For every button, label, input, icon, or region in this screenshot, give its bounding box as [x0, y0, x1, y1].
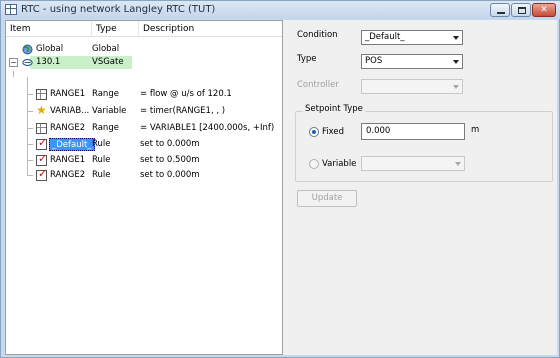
minimize-button[interactable]	[490, 3, 510, 17]
fixed-value-input[interactable]: 0.000	[361, 123, 465, 140]
table-icon	[5, 4, 17, 15]
variable-radio[interactable]	[309, 159, 319, 169]
tree-item-description: set to 0.000m	[140, 139, 200, 149]
range-icon	[36, 89, 47, 100]
tree-row-range[interactable]: RANGE2 Range = VARIABLE1 [2400.000s, +In…	[6, 122, 282, 135]
tree-item-name: Global	[36, 44, 64, 54]
minimize-icon	[497, 12, 505, 14]
condition-select[interactable]: _Default_	[361, 30, 463, 45]
properties-panel: Condition _Default_ Type POS Controller …	[287, 20, 557, 355]
type-select-value: POS	[365, 56, 383, 66]
fixed-radio[interactable]	[309, 127, 319, 137]
tree-row-rule[interactable]: ✓ RANGE2 Rule set to 0.000m	[6, 167, 282, 182]
close-button[interactable]: ✕	[532, 3, 556, 17]
tree-item-name: RANGE1	[50, 155, 86, 165]
client-area: Item Type Description Global Global − 13…	[5, 20, 557, 355]
tree-item-type: Global	[92, 44, 120, 54]
tree-connector	[13, 71, 14, 77]
tree-item-type: Range	[92, 123, 119, 133]
rule-check-icon: ✓	[36, 136, 48, 150]
setpoint-type-group	[295, 111, 553, 182]
variable-select[interactable]	[361, 156, 465, 171]
tree-row-rule-selected[interactable]: ✓ _Default_ Rule set to 0.000m	[6, 136, 282, 151]
tree-item-type: Rule	[92, 170, 111, 180]
star-icon: ★	[36, 103, 47, 117]
type-select[interactable]: POS	[361, 54, 463, 69]
variable-label: Variable	[322, 159, 357, 169]
collapse-icon[interactable]: −	[9, 58, 18, 67]
tree-item-type: VSGate	[92, 57, 124, 67]
column-header-item[interactable]: Item	[6, 21, 92, 37]
chevron-down-icon	[453, 36, 459, 40]
tree-item-description: set to 0.500m	[140, 155, 200, 165]
condition-label: Condition	[297, 30, 338, 40]
tree-item-description: = flow @ u/s of 120.1	[140, 89, 232, 99]
range-icon	[36, 123, 47, 134]
column-header-type[interactable]: Type	[92, 21, 139, 37]
chevron-down-icon	[455, 162, 461, 166]
tree-item-type: Range	[92, 89, 119, 99]
chevron-down-icon	[453, 60, 459, 64]
tree-item-description: = timer(RANGE1, , )	[140, 106, 226, 116]
fixed-label: Fixed	[322, 127, 345, 137]
controller-label: Controller	[297, 80, 339, 90]
rule-check-icon: ✓	[36, 152, 48, 166]
gate-icon	[22, 59, 33, 66]
window-title: RTC - using network Langley RTC (TUT)	[21, 4, 216, 15]
tree-item-name: RANGE1	[50, 89, 86, 99]
column-header-description[interactable]: Description	[139, 21, 282, 37]
type-label: Type	[297, 54, 317, 64]
controller-select[interactable]	[361, 79, 463, 94]
tree-item-name: RANGE2	[50, 123, 86, 133]
fixed-unit: m	[471, 125, 480, 135]
rule-check-icon: ✓	[36, 167, 48, 181]
tree-item-description: = VARIABLE1 [2400.000s, +Inf)	[140, 123, 275, 133]
condition-select-value: _Default_	[365, 32, 405, 42]
tree-item-type: Rule	[92, 155, 111, 165]
tree-item-name: 130.1	[36, 57, 61, 67]
rtc-window: RTC - using network Langley RTC (TUT) ✕ …	[0, 0, 560, 358]
tree-item-type: Variable	[92, 106, 127, 116]
maximize-button[interactable]	[511, 3, 531, 17]
tree-item-type: Rule	[92, 139, 111, 149]
tree-row-global[interactable]: Global Global	[6, 43, 282, 56]
tree-row-range[interactable]: RANGE1 Range = flow @ u/s of 120.1	[6, 88, 282, 101]
tree-row-vsgate[interactable]: − 130.1 VSGate	[6, 56, 282, 69]
tree-row-rule[interactable]: ✓ RANGE1 Rule set to 0.500m	[6, 152, 282, 167]
chevron-down-icon	[453, 85, 459, 89]
rtc-tree[interactable]: Item Type Description Global Global − 13…	[5, 20, 283, 355]
tree-item-name: VARIAB...	[50, 106, 90, 116]
tree-item-name: _Default_	[49, 138, 95, 151]
tree-item-name: RANGE2	[50, 170, 86, 180]
tree-item-description: set to 0.000m	[140, 170, 200, 180]
globe-icon	[22, 44, 33, 55]
update-button[interactable]: Update	[297, 190, 357, 207]
setpoint-type-title: Setpoint Type	[303, 104, 365, 114]
maximize-icon	[518, 7, 526, 14]
title-bar[interactable]: RTC - using network Langley RTC (TUT) ✕	[1, 1, 560, 19]
close-icon: ✕	[540, 5, 548, 15]
tree-row-variable[interactable]: ★ VARIAB... Variable = timer(RANGE1, , )	[6, 103, 282, 118]
